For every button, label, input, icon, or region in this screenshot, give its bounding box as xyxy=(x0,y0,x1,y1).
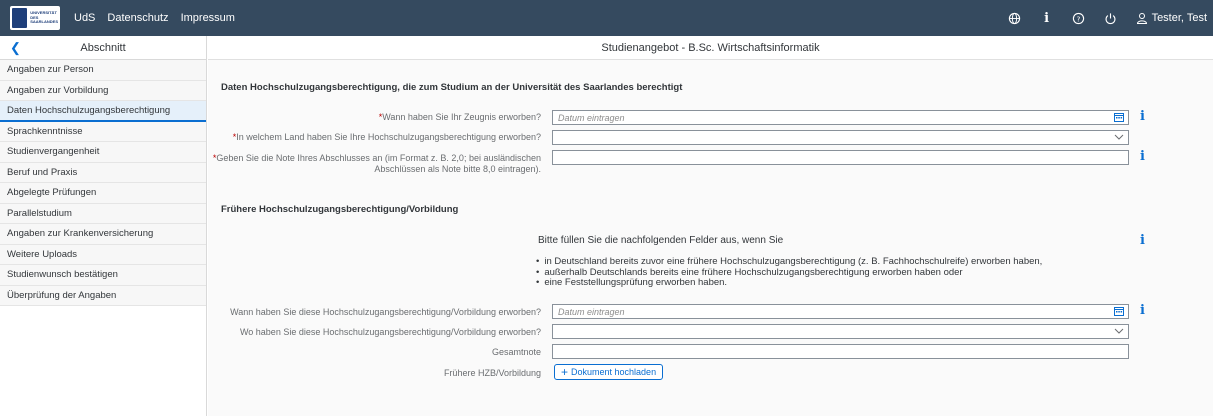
user-icon xyxy=(1136,13,1147,24)
info-icon[interactable]: i xyxy=(1140,303,1145,318)
abschlussnote-label: *Geben Sie die Note Ihres Abschlusses an… xyxy=(212,153,541,174)
fruehere-hzb-upload-label: Frühere HZB/Vorbildung xyxy=(443,368,541,378)
chevron-left-icon[interactable]: ❮ xyxy=(10,40,21,56)
instruction-list: in Deutschland bereits zuvor eine früher… xyxy=(536,256,1042,289)
user-name: Tester, Test xyxy=(1151,12,1207,24)
sidebar-item-sprachkenntnisse[interactable]: Sprachkenntnisse xyxy=(0,122,206,142)
link-uds[interactable]: UdS xyxy=(74,12,95,24)
main-content: Studienangebot - B.Sc. Wirtschaftsinform… xyxy=(208,36,1213,416)
university-logo[interactable]: UNIVERSITÄT DES SAARLANDES xyxy=(10,6,60,30)
calendar-icon[interactable] xyxy=(1114,112,1124,122)
sidebar-item-ueberpruefung[interactable]: Überprüfung der Angaben xyxy=(0,286,206,306)
hzb-land-select[interactable] xyxy=(552,130,1129,145)
abschlussnote-input[interactable] xyxy=(552,150,1129,165)
fruehere-hzb-date-label: Wann haben Sie diese Hochschulzugangsber… xyxy=(230,307,541,317)
sidebar-item-daten-hzb[interactable]: Daten Hochschulzugangsberechtigung xyxy=(0,101,206,122)
user-menu[interactable]: Tester, Test xyxy=(1136,12,1207,24)
power-icon[interactable] xyxy=(1104,11,1118,25)
info-icon[interactable]: i xyxy=(1140,149,1145,164)
fruehere-hzb-ort-select[interactable] xyxy=(552,324,1129,339)
sidebar-item-studienwunsch[interactable]: Studienwunsch bestätigen xyxy=(0,265,206,286)
section-sidebar: ❮ Abschnitt Angaben zur Person Angaben z… xyxy=(0,36,207,416)
link-datenschutz[interactable]: Datenschutz xyxy=(107,12,168,24)
sidebar-title: Abschnitt xyxy=(80,41,126,54)
page-title: Studienangebot - B.Sc. Wirtschaftsinform… xyxy=(208,36,1213,60)
plus-icon: + xyxy=(561,365,569,379)
sidebar-header: ❮ Abschnitt xyxy=(0,36,206,60)
section-heading-hzb: Daten Hochschulzugangsberechtigung, die … xyxy=(221,82,683,93)
link-impressum[interactable]: Impressum xyxy=(181,12,235,24)
shell-bar: UNIVERSITÄT DES SAARLANDES UdS Datenschu… xyxy=(0,0,1213,36)
fruehere-hzb-ort-label: Wo haben Sie diese Hochschulzugangsberec… xyxy=(239,327,541,337)
sidebar-item-parallelstudium[interactable]: Parallelstudium xyxy=(0,204,206,224)
sidebar-item-weitere-uploads[interactable]: Weitere Uploads xyxy=(0,245,206,265)
zeugnis-date-input[interactable]: Datum eintragen xyxy=(552,110,1129,125)
gesamtnote-label: Gesamtnote xyxy=(491,347,541,357)
app-shell: UNIVERSITÄT DES SAARLANDES UdS Datenschu… xyxy=(0,0,1213,416)
gesamtnote-input[interactable] xyxy=(552,344,1129,359)
sidebar-item-angaben-person[interactable]: Angaben zur Person xyxy=(0,60,206,81)
sidebar-item-abgelegte-pruefungen[interactable]: Abgelegte Prüfungen xyxy=(0,183,206,204)
sidebar-list: Angaben zur Person Angaben zur Vorbildun… xyxy=(0,60,206,306)
section-heading-fruehere-hzb: Frühere Hochschulzugangsberechtigung/Vor… xyxy=(221,204,459,215)
list-item: eine Feststellungsprüfung erworben haben… xyxy=(536,277,1042,289)
seal-icon xyxy=(12,8,28,28)
sidebar-item-beruf-praxis[interactable]: Beruf und Praxis xyxy=(0,163,206,183)
info-icon[interactable]: i xyxy=(1140,109,1145,124)
hzb-land-label: *In welchem Land haben Sie Ihre Hochschu… xyxy=(232,132,541,142)
shell-actions: i ? Tester, Test xyxy=(1008,0,1207,36)
calendar-icon[interactable] xyxy=(1114,306,1124,316)
svg-text:?: ? xyxy=(1077,14,1081,23)
chevron-down-icon[interactable] xyxy=(1114,326,1124,336)
fruehere-hzb-date-input[interactable]: Datum eintragen xyxy=(552,304,1129,319)
list-item: in Deutschland bereits zuvor eine früher… xyxy=(536,256,1042,268)
sidebar-item-studienvergangenheit[interactable]: Studienvergangenheit xyxy=(0,142,206,163)
info-icon[interactable]: i xyxy=(1040,11,1054,26)
globe-icon[interactable] xyxy=(1008,11,1022,25)
info-icon[interactable]: i xyxy=(1140,233,1145,248)
sidebar-item-angaben-vorbildung[interactable]: Angaben zur Vorbildung xyxy=(0,81,206,101)
help-icon[interactable]: ? xyxy=(1072,11,1086,25)
instruction-text: Bitte füllen Sie die nachfolgenden Felde… xyxy=(538,235,784,246)
zeugnis-date-label: *Wann haben Sie Ihr Zeugnis erworben? xyxy=(378,112,541,122)
sidebar-item-krankenversicherung[interactable]: Angaben zur Krankenversicherung xyxy=(0,224,206,245)
upload-document-button[interactable]: + Dokument hochladen xyxy=(554,364,664,380)
chevron-down-icon[interactable] xyxy=(1114,132,1124,142)
